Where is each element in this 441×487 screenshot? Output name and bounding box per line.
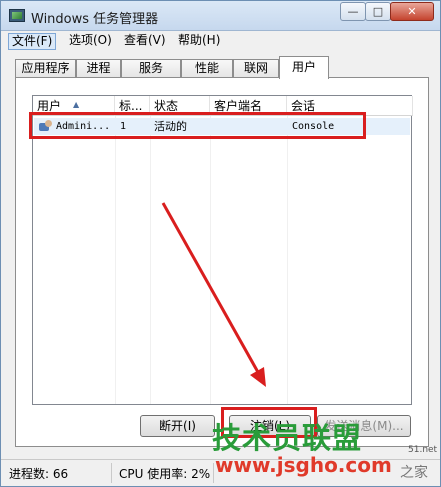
sort-ascending-icon: ▲ — [73, 100, 80, 109]
cpu-usage: CPU 使用率: 2% — [119, 467, 211, 481]
process-count: 进程数: 66 — [9, 467, 69, 481]
task-manager-icon — [9, 9, 25, 22]
column-divider — [150, 116, 151, 404]
tab-strip: 应用程序 进程 服务 性能 联网 用户 — [15, 56, 435, 79]
tab-users[interactable]: 用户 — [279, 56, 329, 79]
users-panel: 用户 ▲ 标... 状态 客户端名 会话 Admini... 1 活动的 Con… — [15, 77, 429, 447]
column-divider — [210, 116, 211, 404]
menu-view[interactable]: 查看(V) — [121, 33, 169, 50]
send-message-button[interactable]: 发送消息(M)... — [317, 415, 411, 437]
column-header-status[interactable]: 状态 — [150, 96, 210, 116]
column-header-session[interactable]: 会话 — [287, 96, 413, 116]
table-row[interactable]: Admini... 1 活动的 Console — [34, 118, 410, 135]
menu-options[interactable]: 选项(O) — [66, 33, 115, 50]
tab-networking[interactable]: 联网 — [233, 59, 279, 78]
users-list[interactable]: 用户 ▲ 标... 状态 客户端名 会话 Admini... 1 活动的 Con… — [32, 95, 413, 405]
cell-id: 1 — [120, 121, 127, 132]
tab-services[interactable]: 服务 — [121, 59, 181, 78]
cell-status: 活动的 — [154, 120, 187, 133]
cell-user: Admini... — [56, 121, 111, 132]
menu-help[interactable]: 帮助(H) — [175, 33, 223, 50]
tab-applications[interactable]: 应用程序 — [15, 59, 76, 78]
disconnect-button[interactable]: 断开(I) — [140, 415, 215, 437]
close-button[interactable]: ✕ — [390, 2, 434, 21]
tab-processes[interactable]: 进程 — [76, 59, 121, 78]
status-divider — [111, 463, 112, 483]
cell-client — [214, 119, 284, 134]
maximize-button[interactable]: □ — [365, 2, 391, 21]
status-divider — [213, 463, 214, 483]
tab-performance[interactable]: 性能 — [181, 59, 233, 78]
column-header-user[interactable]: 用户 ▲ — [33, 96, 115, 116]
column-header-id[interactable]: 标... — [115, 96, 150, 116]
logoff-highlight-annotation — [221, 407, 317, 438]
status-bar: 进程数: 66 CPU 使用率: 2% — [1, 459, 440, 486]
menu-bar: 文件(F) 选项(O) 查看(V) 帮助(H) — [1, 31, 440, 51]
column-divider — [287, 116, 288, 404]
minimize-button[interactable]: — — [340, 2, 366, 21]
title-bar[interactable]: Windows 任务管理器 — □ ✕ — [1, 1, 440, 31]
menu-file[interactable]: 文件(F) — [8, 33, 57, 50]
cell-session: Console — [292, 121, 335, 132]
column-divider — [115, 116, 116, 404]
user-icon — [39, 120, 53, 132]
window-title: Windows 任务管理器 — [31, 12, 159, 27]
column-header-client-name[interactable]: 客户端名 — [210, 96, 287, 116]
